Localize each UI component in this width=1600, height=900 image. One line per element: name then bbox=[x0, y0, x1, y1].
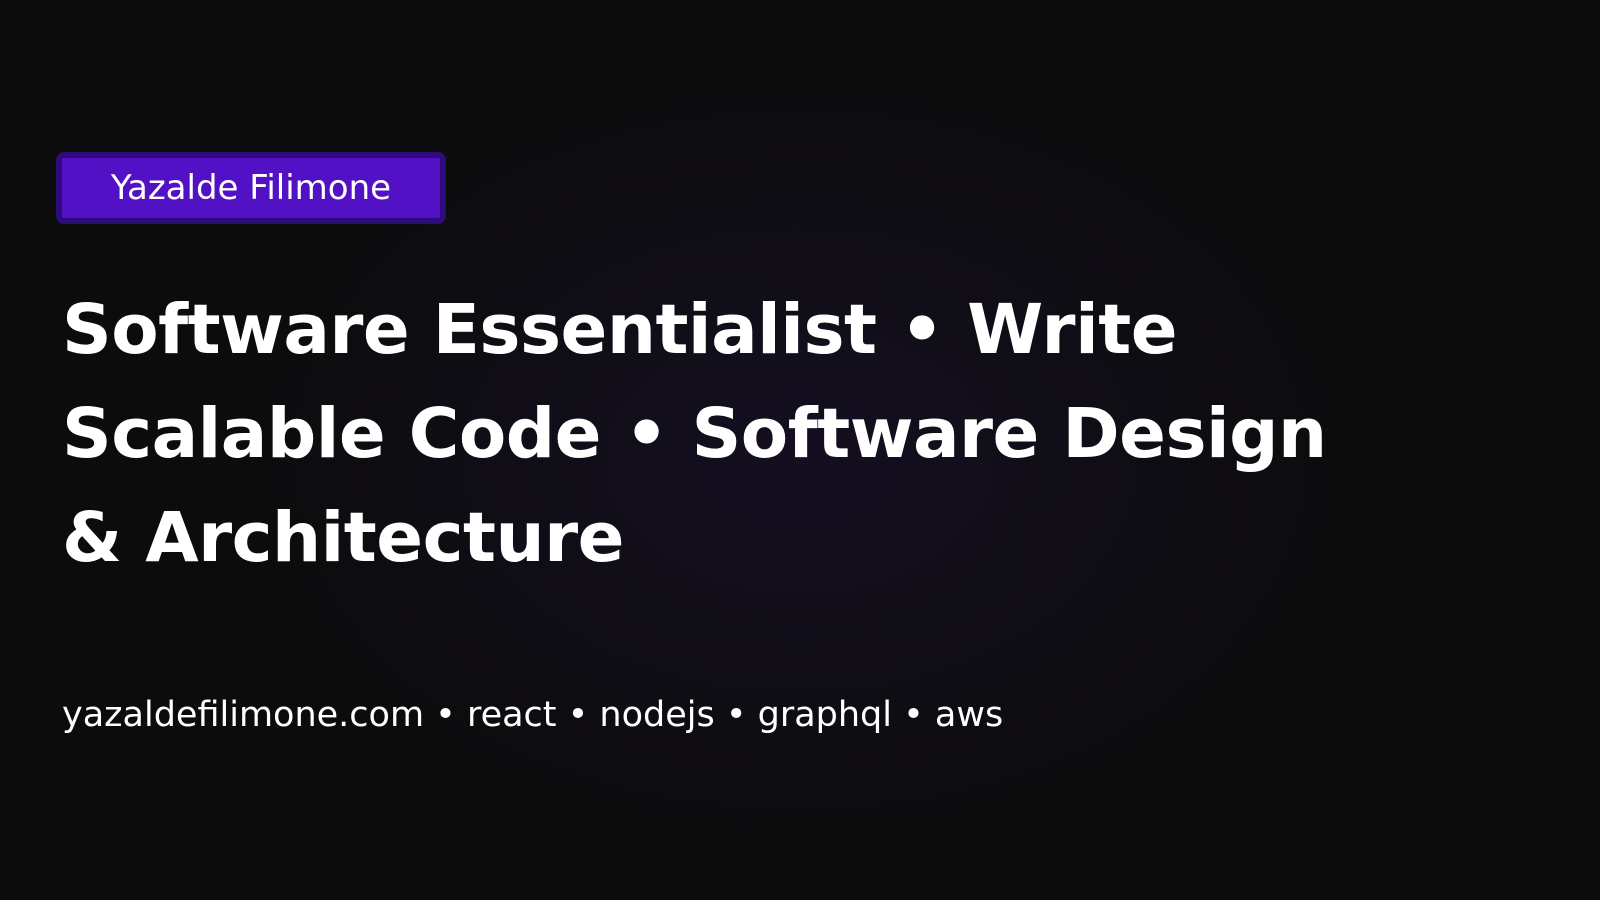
author-badge: Yazalde Filimone bbox=[56, 152, 446, 224]
author-name: Yazalde Filimone bbox=[110, 168, 392, 208]
page-title: Software Essentialist • Write Scalable C… bbox=[62, 290, 1327, 578]
social-card: Yazalde Filimone Software Essentialist •… bbox=[0, 0, 1600, 900]
site-and-topics: yazaldefilimone.com • react • nodejs • g… bbox=[62, 695, 1004, 735]
